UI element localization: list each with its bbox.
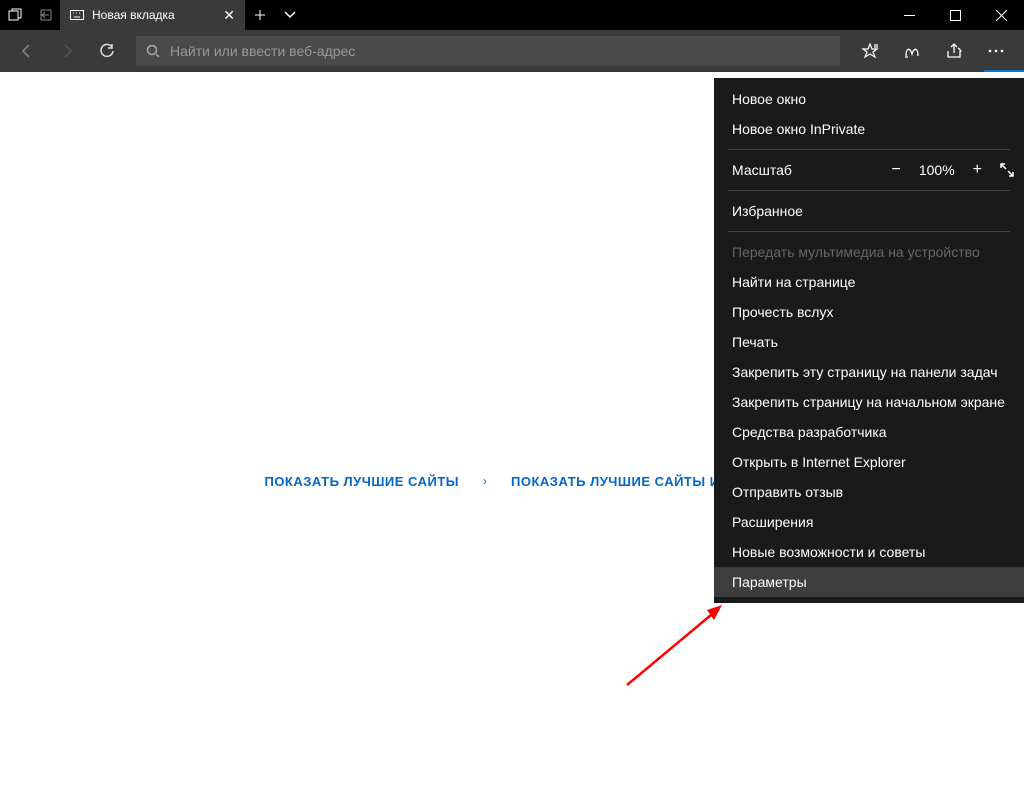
- tab-title: Новая вкладка: [92, 8, 175, 22]
- maximize-button[interactable]: [932, 0, 978, 30]
- menu-feedback[interactable]: Отправить отзыв: [714, 477, 1024, 507]
- menu-separator: [728, 149, 1010, 150]
- menu-devtools[interactable]: Средства разработчика: [714, 417, 1024, 447]
- menu-pin-taskbar[interactable]: Закрепить эту страницу на панели задач: [714, 357, 1024, 387]
- back-button[interactable]: [8, 32, 46, 70]
- browser-tab[interactable]: Новая вкладка ✕: [60, 0, 245, 30]
- tab-preview-button[interactable]: [275, 0, 305, 30]
- menu-favorites[interactable]: Избранное: [714, 196, 1024, 226]
- forward-button[interactable]: [48, 32, 86, 70]
- address-bar[interactable]: Найти или ввести веб-адрес: [136, 36, 840, 66]
- zoom-out-button[interactable]: −: [892, 161, 901, 179]
- titlebar: Новая вкладка ✕: [0, 0, 1024, 30]
- close-window-button[interactable]: [978, 0, 1024, 30]
- keyboard-icon: [70, 10, 84, 20]
- menu-cast: Передать мультимедиа на устройство: [714, 237, 1024, 267]
- menu-read-aloud[interactable]: Прочесть вслух: [714, 297, 1024, 327]
- set-aside-icon[interactable]: [30, 0, 60, 30]
- favorites-button[interactable]: [850, 32, 890, 70]
- close-tab-button[interactable]: ✕: [223, 7, 235, 24]
- new-tab-button[interactable]: [245, 0, 275, 30]
- zoom-label: Масштаб: [732, 162, 792, 178]
- search-icon: [146, 44, 160, 58]
- fullscreen-button[interactable]: [1000, 163, 1014, 177]
- zoom-in-button[interactable]: +: [973, 161, 982, 179]
- address-bar-placeholder: Найти или ввести веб-адрес: [170, 43, 355, 59]
- menu-find[interactable]: Найти на странице: [714, 267, 1024, 297]
- share-button[interactable]: [934, 32, 974, 70]
- menu-extensions[interactable]: Расширения: [714, 507, 1024, 537]
- window-controls: [886, 0, 1024, 30]
- tab-actions-icon[interactable]: [0, 0, 30, 30]
- refresh-button[interactable]: [88, 32, 126, 70]
- menu-settings[interactable]: Параметры: [714, 567, 1024, 597]
- menu-pin-start[interactable]: Закрепить страницу на начальном экране: [714, 387, 1024, 417]
- reading-list-button[interactable]: [892, 32, 932, 70]
- menu-separator: [728, 190, 1010, 191]
- show-top-sites-link[interactable]: ПОКАЗАТЬ ЛУЧШИЕ САЙТЫ: [264, 474, 459, 489]
- menu-new-inprivate[interactable]: Новое окно InPrivate: [714, 114, 1024, 144]
- minimize-button[interactable]: [886, 0, 932, 30]
- more-button[interactable]: [976, 32, 1016, 70]
- zoom-value: 100%: [919, 162, 955, 178]
- menu-whats-new[interactable]: Новые возможности и советы: [714, 537, 1024, 567]
- settings-menu: Новое окно Новое окно InPrivate Масштаб …: [714, 78, 1024, 603]
- toolbar: Найти или ввести веб-адрес: [0, 30, 1024, 72]
- menu-zoom-row: Масштаб − 100% +: [714, 155, 1024, 185]
- menu-new-window[interactable]: Новое окно: [714, 84, 1024, 114]
- menu-separator: [728, 231, 1010, 232]
- chevron-right-icon: ›: [483, 474, 487, 489]
- menu-print[interactable]: Печать: [714, 327, 1024, 357]
- menu-open-ie[interactable]: Открыть в Internet Explorer: [714, 447, 1024, 477]
